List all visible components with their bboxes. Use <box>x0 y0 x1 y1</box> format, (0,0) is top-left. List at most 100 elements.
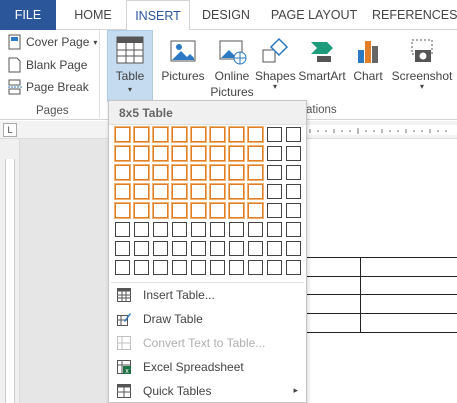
grid-cell-selected[interactable] <box>209 164 226 181</box>
grid-cell[interactable] <box>286 222 301 237</box>
grid-cell[interactable] <box>267 203 282 218</box>
grid-cell-selected[interactable] <box>247 145 264 162</box>
grid-cell-selected[interactable] <box>247 126 264 143</box>
grid-cell-selected[interactable] <box>190 183 207 200</box>
screenshot-button[interactable]: Screenshot ▾ <box>390 30 454 102</box>
grid-cell-selected[interactable] <box>152 183 169 200</box>
grid-cell[interactable] <box>229 222 244 237</box>
grid-cell-selected[interactable] <box>152 164 169 181</box>
grid-cell-selected[interactable] <box>152 202 169 219</box>
grid-cell[interactable] <box>153 222 168 237</box>
grid-cell-selected[interactable] <box>114 126 131 143</box>
blank-page-button[interactable]: Blank Page <box>8 55 87 75</box>
grid-cell-selected[interactable] <box>190 164 207 181</box>
grid-cell-selected[interactable] <box>247 183 264 200</box>
grid-cell[interactable] <box>134 222 149 237</box>
grid-cell[interactable] <box>153 241 168 256</box>
grid-cell-selected[interactable] <box>228 164 245 181</box>
quick-tables-item[interactable]: Quick Tables ▸ <box>109 379 306 403</box>
tab-home[interactable]: HOME <box>62 0 124 30</box>
grid-cell[interactable] <box>115 241 130 256</box>
grid-cell[interactable] <box>267 184 282 199</box>
grid-cell[interactable] <box>248 241 263 256</box>
grid-cell[interactable] <box>115 222 130 237</box>
grid-cell-selected[interactable] <box>228 126 245 143</box>
grid-cell-selected[interactable] <box>190 202 207 219</box>
grid-cell[interactable] <box>115 260 130 275</box>
tab-references[interactable]: REFERENCES <box>372 0 457 30</box>
smartart-button[interactable]: SmartArt <box>296 30 348 102</box>
grid-cell[interactable] <box>286 203 301 218</box>
grid-cell-selected[interactable] <box>228 183 245 200</box>
shapes-button[interactable]: Shapes ▾ <box>255 30 296 102</box>
grid-cell[interactable] <box>248 222 263 237</box>
tab-page-layout[interactable]: PAGE LAYOUT <box>264 0 364 30</box>
grid-cell-selected[interactable] <box>247 202 264 219</box>
tab-insert[interactable]: INSERT <box>126 0 190 31</box>
grid-cell-selected[interactable] <box>152 145 169 162</box>
grid-cell[interactable] <box>172 222 187 237</box>
cover-page-button[interactable]: Cover Page ▾ <box>8 32 97 52</box>
tab-file[interactable]: FILE <box>0 0 56 30</box>
grid-cell-selected[interactable] <box>133 164 150 181</box>
grid-cell-selected[interactable] <box>171 202 188 219</box>
grid-cell[interactable] <box>267 165 282 180</box>
pictures-button[interactable]: Pictures <box>158 30 208 102</box>
chart-button[interactable]: Chart <box>350 30 386 102</box>
grid-cell-selected[interactable] <box>228 202 245 219</box>
grid-cell-selected[interactable] <box>133 183 150 200</box>
grid-cell-selected[interactable] <box>114 145 131 162</box>
grid-cell[interactable] <box>286 165 301 180</box>
convert-text-to-table-item[interactable]: Convert Text to Table... <box>109 331 306 355</box>
grid-cell[interactable] <box>210 222 225 237</box>
grid-cell-selected[interactable] <box>133 202 150 219</box>
grid-cell[interactable] <box>286 184 301 199</box>
grid-cell-selected[interactable] <box>152 126 169 143</box>
grid-cell-selected[interactable] <box>171 183 188 200</box>
tab-design[interactable]: DESIGN <box>194 0 258 30</box>
grid-cell-selected[interactable] <box>114 183 131 200</box>
grid-cell-selected[interactable] <box>209 126 226 143</box>
insert-table-item[interactable]: Insert Table... <box>109 283 306 307</box>
grid-cell-selected[interactable] <box>190 126 207 143</box>
grid-cell[interactable] <box>191 241 206 256</box>
grid-cell[interactable] <box>267 222 282 237</box>
grid-cell-selected[interactable] <box>209 202 226 219</box>
grid-cell-selected[interactable] <box>190 145 207 162</box>
grid-cell-selected[interactable] <box>247 164 264 181</box>
grid-cell-selected[interactable] <box>171 126 188 143</box>
document-page[interactable] <box>306 139 457 403</box>
grid-cell[interactable] <box>286 241 301 256</box>
grid-cell[interactable] <box>172 260 187 275</box>
table-button[interactable]: Table ▾ <box>107 30 153 102</box>
grid-cell[interactable] <box>134 241 149 256</box>
grid-cell[interactable] <box>229 260 244 275</box>
online-pictures-button[interactable]: Online Pictures <box>208 30 256 102</box>
grid-cell-selected[interactable] <box>133 145 150 162</box>
grid-cell[interactable] <box>286 260 301 275</box>
grid-cell[interactable] <box>210 260 225 275</box>
grid-cell[interactable] <box>248 260 263 275</box>
grid-cell[interactable] <box>191 222 206 237</box>
grid-cell[interactable] <box>286 146 301 161</box>
grid-cell-selected[interactable] <box>114 164 131 181</box>
grid-cell[interactable] <box>267 127 282 142</box>
grid-cell[interactable] <box>210 241 225 256</box>
grid-cell[interactable] <box>153 260 168 275</box>
tab-selector[interactable]: L <box>3 123 17 137</box>
grid-cell[interactable] <box>172 241 187 256</box>
grid-cell[interactable] <box>267 146 282 161</box>
grid-cell[interactable] <box>134 260 149 275</box>
grid-cell[interactable] <box>267 260 282 275</box>
draw-table-item[interactable]: Draw Table <box>109 307 306 331</box>
grid-cell-selected[interactable] <box>114 202 131 219</box>
grid-cell-selected[interactable] <box>209 145 226 162</box>
grid-cell-selected[interactable] <box>228 145 245 162</box>
grid-cell[interactable] <box>191 260 206 275</box>
grid-cell-selected[interactable] <box>209 183 226 200</box>
grid-cell-selected[interactable] <box>171 145 188 162</box>
grid-cell[interactable] <box>229 241 244 256</box>
excel-spreadsheet-item[interactable]: x Excel Spreadsheet <box>109 355 306 379</box>
grid-cell[interactable] <box>286 127 301 142</box>
page-break-button[interactable]: Page Break <box>8 77 89 97</box>
